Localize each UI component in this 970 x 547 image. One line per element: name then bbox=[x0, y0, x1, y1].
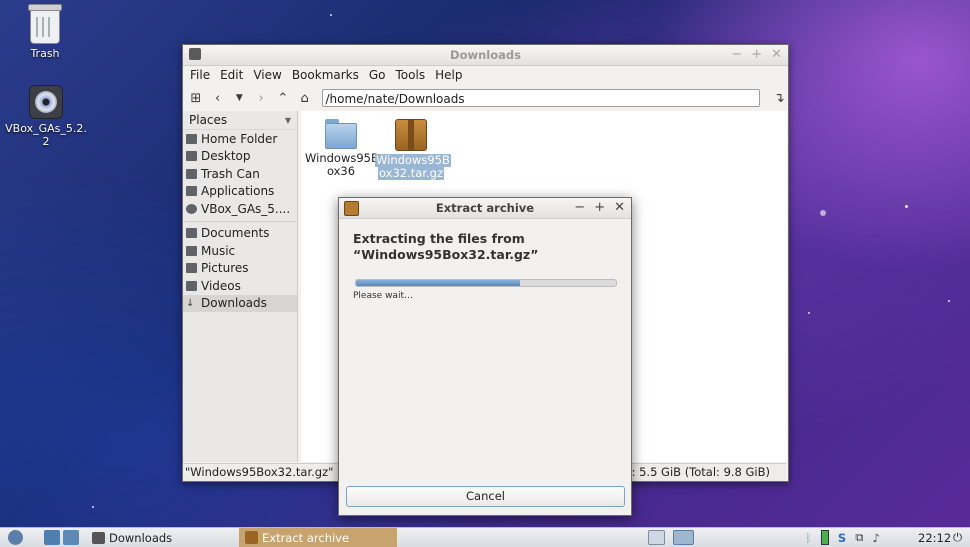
menu-tools[interactable]: Tools bbox=[391, 66, 431, 84]
sidebar-item-music[interactable]: Music bbox=[183, 242, 297, 260]
workspace-switcher bbox=[648, 528, 694, 547]
start-menu-icon bbox=[8, 530, 23, 545]
minimize-icon[interactable]: − bbox=[731, 47, 742, 62]
sidebar-item-videos[interactable]: Videos bbox=[183, 277, 297, 295]
desktop-icon-trash[interactable]: Trash bbox=[5, 4, 85, 60]
forward-icon[interactable]: › bbox=[252, 89, 270, 107]
go-icon[interactable]: ↴ bbox=[770, 89, 788, 107]
close-icon[interactable]: ✕ bbox=[771, 47, 782, 62]
menu-bookmarks[interactable]: Bookmarks bbox=[287, 66, 364, 84]
new-tab-icon[interactable]: ⊞ bbox=[187, 89, 205, 107]
desktop-icon-vbox[interactable]: VBox_GAs_5.2.2 bbox=[5, 85, 87, 148]
back-icon[interactable]: ‹ bbox=[209, 89, 227, 107]
home-icon[interactable]: ⌂ bbox=[296, 89, 314, 107]
divider bbox=[185, 220, 295, 222]
sidebar-item-downloads[interactable]: ↓ Downloads bbox=[183, 294, 297, 312]
desktop-launcher-icon[interactable] bbox=[63, 530, 79, 545]
minimize-icon[interactable]: − bbox=[574, 200, 585, 215]
titlebar[interactable]: Downloads − + ✕ bbox=[183, 45, 788, 66]
file-item-folder[interactable]: Windows95B ox36 bbox=[305, 115, 379, 178]
menu-file[interactable]: File bbox=[185, 66, 215, 84]
menu-view[interactable]: View bbox=[248, 66, 286, 84]
history-dropdown-icon[interactable]: ▼ bbox=[231, 89, 249, 107]
close-icon[interactable]: ✕ bbox=[614, 200, 625, 215]
power-icon[interactable]: ⏻ bbox=[953, 528, 962, 547]
menubar: File Edit View Bookmarks Go Tools Help bbox=[183, 66, 788, 84]
update-icon[interactable]: S bbox=[838, 531, 846, 545]
system-tray: ᛒ S ⧉ ♪ bbox=[805, 528, 880, 547]
sidebar-item-documents[interactable]: Documents bbox=[183, 225, 297, 243]
file-item-archive[interactable]: Windows95B ox32.tar.gz bbox=[375, 115, 451, 180]
sidebar-item-vbox[interactable]: VBox_GAs_5....⏏ bbox=[183, 200, 297, 218]
desktop-icon bbox=[186, 151, 197, 162]
places-header[interactable]: Places ▼ bbox=[183, 111, 297, 130]
progress-bar bbox=[355, 279, 617, 287]
downloads-icon: ↓ bbox=[186, 298, 195, 310]
status-selection: "Windows95Box32.tar.gz" (4.2 bbox=[185, 465, 360, 479]
task-downloads[interactable]: Downloads bbox=[86, 528, 240, 547]
places-sidebar: Places ▼ Home Folder Desktop Trash Can A… bbox=[183, 111, 298, 462]
progress-fill bbox=[356, 280, 520, 286]
maximize-icon[interactable]: + bbox=[751, 47, 762, 62]
task-extract-archive[interactable]: Extract archive bbox=[239, 528, 397, 547]
disc-icon bbox=[29, 85, 63, 119]
up-icon[interactable]: ⌃ bbox=[274, 89, 292, 107]
quick-launch bbox=[44, 528, 79, 547]
menu-button[interactable] bbox=[8, 528, 23, 547]
path-input[interactable]: /home/nate/Downloads bbox=[321, 89, 761, 107]
videos-icon bbox=[186, 280, 197, 291]
dialog-titlebar[interactable]: Extract archive − + ✕ bbox=[339, 198, 631, 219]
taskbar: Downloads Extract archive ᛒ S ⧉ ♪ 22:12 … bbox=[0, 527, 970, 547]
documents-icon bbox=[186, 228, 197, 239]
trash-icon bbox=[186, 168, 197, 179]
cancel-button[interactable]: Cancel bbox=[346, 486, 625, 507]
folder-icon bbox=[92, 531, 105, 544]
window-title: Downloads bbox=[450, 48, 521, 62]
desktop-icon-label: Trash bbox=[30, 47, 60, 60]
battery-icon[interactable] bbox=[820, 530, 829, 545]
menu-edit[interactable]: Edit bbox=[215, 66, 248, 84]
disc-icon bbox=[186, 203, 197, 214]
clock[interactable]: 22:12 bbox=[918, 528, 951, 547]
folder-icon bbox=[325, 119, 357, 149]
toolbar: ⊞ ‹ ▼ › ⌃ ⌂ /home/nate/Downloads ↴ bbox=[183, 84, 788, 112]
sidebar-item-applications[interactable]: Applications bbox=[183, 183, 297, 201]
maximize-icon[interactable]: + bbox=[594, 200, 605, 215]
network-icon[interactable]: ⧉ bbox=[855, 530, 863, 545]
bluetooth-icon[interactable]: ᛒ bbox=[805, 531, 812, 545]
archive-icon bbox=[245, 531, 258, 544]
extract-dialog: Extract archive − + ✕ Extracting the fil… bbox=[338, 197, 632, 516]
pictures-icon bbox=[186, 263, 197, 274]
chevron-down-icon: ▼ bbox=[284, 115, 291, 125]
home-icon bbox=[186, 133, 197, 144]
file-manager-launcher-icon[interactable] bbox=[44, 530, 60, 545]
menu-help[interactable]: Help bbox=[430, 66, 467, 84]
workspace-1-icon[interactable] bbox=[648, 530, 665, 545]
sidebar-item-trash[interactable]: Trash Can bbox=[183, 165, 297, 183]
dialog-heading: Extracting the files from “Windows95Box3… bbox=[353, 231, 539, 262]
desktop-icon-label: VBox_GAs_5.2.2 bbox=[5, 122, 87, 148]
status-text: Please wait… bbox=[353, 291, 413, 301]
sidebar-item-pictures[interactable]: Pictures bbox=[183, 260, 297, 278]
volume-icon[interactable]: ♪ bbox=[872, 531, 879, 545]
trash-icon bbox=[28, 4, 62, 44]
workspace-2-icon[interactable] bbox=[673, 530, 694, 545]
music-icon bbox=[186, 245, 197, 256]
sidebar-item-home[interactable]: Home Folder bbox=[183, 130, 297, 148]
archive-icon bbox=[395, 119, 427, 151]
menu-go[interactable]: Go bbox=[364, 66, 391, 84]
applications-icon bbox=[186, 186, 197, 197]
sidebar-item-desktop[interactable]: Desktop bbox=[183, 148, 297, 166]
